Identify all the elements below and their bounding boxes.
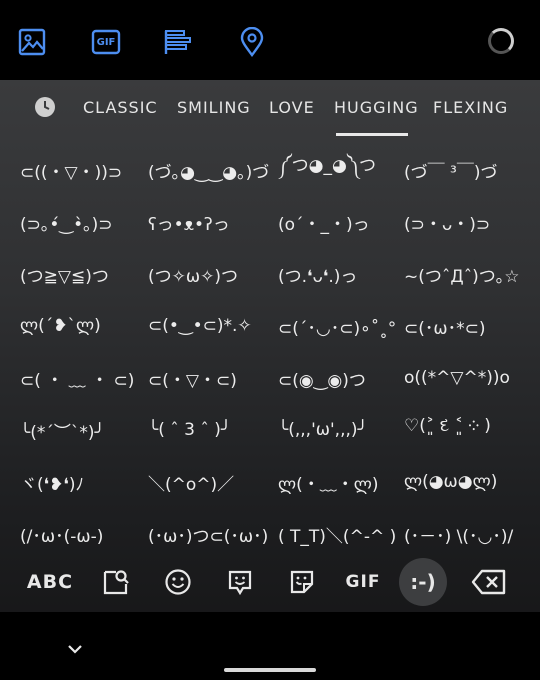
emoticon-item[interactable]: ＼(^o^)／ xyxy=(148,456,278,508)
emoticon-item[interactable]: ╰(*´︶`*)╯ xyxy=(20,404,150,456)
emoticon-keyboard-button[interactable]: :-) xyxy=(399,558,447,606)
emoticon-item[interactable]: ლ(´❥`ლ) xyxy=(20,300,150,352)
emoticon-item[interactable]: (つ≧▽≦)つ xyxy=(20,248,150,300)
emoticon-item[interactable]: ⊂(・▽・⊂) xyxy=(148,352,278,404)
keyboard-mode-bar: ABC GIF :-) xyxy=(0,552,540,612)
emoticon-item[interactable]: (づ￣ ³￣)づ xyxy=(404,144,534,196)
emoticon-item[interactable]: (づ｡◕‿‿◕｡)づ xyxy=(148,144,278,196)
emoticon-row: (つ≧▽≦)つ (つ✧ω✧)つ (つ.❛ᴗ❛.)っ ~(つˆДˆ)つ｡☆ xyxy=(0,248,540,300)
emoticon-item[interactable]: (⊃｡•́‿•̀｡)⊃ xyxy=(20,196,150,248)
emoticon-item[interactable]: ʕっ•ᴥ•ʔっ xyxy=(148,196,278,248)
emoticon-item[interactable]: (つ✧ω✧)つ xyxy=(148,248,278,300)
tab-flexing[interactable]: FLEXING xyxy=(433,98,508,117)
tab-classic[interactable]: CLASSIC xyxy=(83,98,158,117)
tab-smiling[interactable]: SMILING xyxy=(177,98,251,117)
emoticon-item[interactable]: ╰(,,,'ω',,,)╯ xyxy=(278,404,408,456)
tab-hugging[interactable]: HUGGING xyxy=(334,98,419,117)
chevron-down-icon[interactable] xyxy=(66,640,84,654)
home-gesture-bar[interactable] xyxy=(224,668,316,672)
sticker-search-icon[interactable] xyxy=(100,560,132,604)
emoticon-item[interactable]: ლ(・﹏・ლ) xyxy=(278,456,408,508)
emoticon-row: ヾ(❛❥❛)ﾉ ＼(^o^)／ ლ(・﹏・ლ) ლ(◕ω◕ლ) xyxy=(0,456,540,508)
emoticon-item[interactable]: (⊃・ᴗ・)⊃ xyxy=(404,196,534,248)
emoticon-item[interactable]: ♡(˃͈ દ ˂͈ ༶ ) xyxy=(404,404,534,456)
emoji-sticker-icon[interactable] xyxy=(224,560,256,604)
emoticon-row: (⊃｡•́‿•̀｡)⊃ ʕっ•ᴥ•ʔっ (o´・_・)っ (⊃・ᴗ・)⊃ xyxy=(0,196,540,248)
emoticon-item[interactable]: (つ.❛ᴗ❛.)っ xyxy=(278,248,408,300)
emoticon-row: ╰(*´︶`*)╯ ╰( ˆ 3 ˆ )╯ ╰(,,,'ω',,,)╯ ♡(˃͈… xyxy=(0,404,540,456)
text-align-icon[interactable] xyxy=(162,26,194,58)
attachment-toolbar: GIF xyxy=(0,0,540,80)
emoji-icon[interactable] xyxy=(162,560,194,604)
emoticon-item[interactable]: o((*^▽^*))o xyxy=(404,352,534,404)
tab-love[interactable]: LOVE xyxy=(269,98,315,117)
image-icon[interactable] xyxy=(16,26,48,58)
emoticon-item[interactable]: ⊂(◉‿◉)つ xyxy=(278,352,408,404)
gif-keyboard-button[interactable]: GIF xyxy=(344,560,382,604)
backspace-icon[interactable] xyxy=(470,560,508,604)
emoticon-item[interactable]: ⊂( ・ ﹏ ・ ⊂) xyxy=(20,352,150,404)
emoticon-row: ⊂((・▽・))⊃ (づ｡◕‿‿◕｡)づ ༼つ◕_◕༽つ (づ￣ ³￣)づ xyxy=(0,144,540,196)
emoticon-item[interactable]: ~(つˆДˆ)つ｡☆ xyxy=(404,248,534,300)
emoticon-item[interactable]: ╰( ˆ 3 ˆ )╯ xyxy=(148,404,278,456)
emoticon-item[interactable]: ⊂(･ω･*⊂) xyxy=(404,300,534,352)
emoticon-row: ⊂( ・ ﹏ ・ ⊂) ⊂(・▽・⊂) ⊂(◉‿◉)つ o((*^▽^*))o xyxy=(0,352,540,404)
selected-tab-indicator xyxy=(336,133,408,136)
emoticon-item[interactable]: ヾ(❛❥❛)ﾉ xyxy=(20,456,150,508)
location-icon[interactable] xyxy=(236,26,268,58)
recent-clock-icon[interactable] xyxy=(34,96,56,118)
emoticon-item[interactable]: ⊂((・▽・))⊃ xyxy=(20,144,150,196)
emoticon-category-tabs: CLASSIC SMILING LOVE HUGGING FLEXING xyxy=(0,80,540,136)
emoticon-item[interactable]: ⊂(´･◡･⊂)∘˚˳° xyxy=(278,300,408,352)
emoticon-item[interactable]: ლ(◕ω◕ლ) xyxy=(404,456,534,508)
emoticon-item[interactable]: (o´・_・)っ xyxy=(278,196,408,248)
sticker-icon[interactable] xyxy=(286,560,318,604)
emoticon-row: ლ(´❥`ლ) ⊂(•‿•⊂)*.✧ ⊂(´･◡･⊂)∘˚˳° ⊂(･ω･*⊂) xyxy=(0,300,540,352)
gif-icon[interactable]: GIF xyxy=(90,26,122,58)
loading-spinner-icon xyxy=(488,28,514,54)
emoticon-item[interactable]: ༼つ◕_◕༽つ xyxy=(278,144,408,196)
abc-keyboard-button[interactable]: ABC xyxy=(24,560,76,604)
emoticon-item[interactable]: ⊂(•‿•⊂)*.✧ xyxy=(148,300,278,352)
gif-icon-label: GIF xyxy=(96,36,116,48)
